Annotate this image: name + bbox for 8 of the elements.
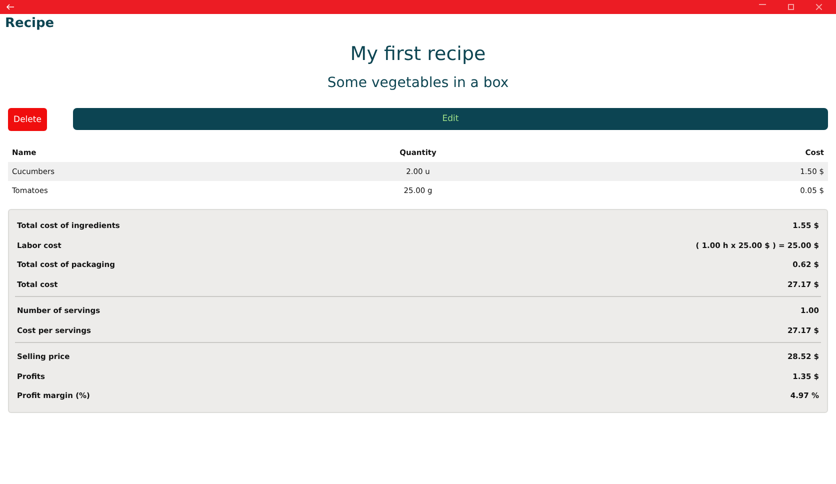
maximize-icon[interactable] xyxy=(788,4,794,10)
close-icon[interactable] xyxy=(816,4,822,10)
back-arrow-icon[interactable] xyxy=(6,4,14,10)
delete-button[interactable]: Delete xyxy=(8,108,47,131)
page-heading: Recipe xyxy=(4,15,56,31)
recipe-description: Some vegetables in a box xyxy=(327,75,509,91)
edit-button[interactable]: Edit xyxy=(73,108,828,130)
recipe-title: My first recipe xyxy=(350,43,486,65)
